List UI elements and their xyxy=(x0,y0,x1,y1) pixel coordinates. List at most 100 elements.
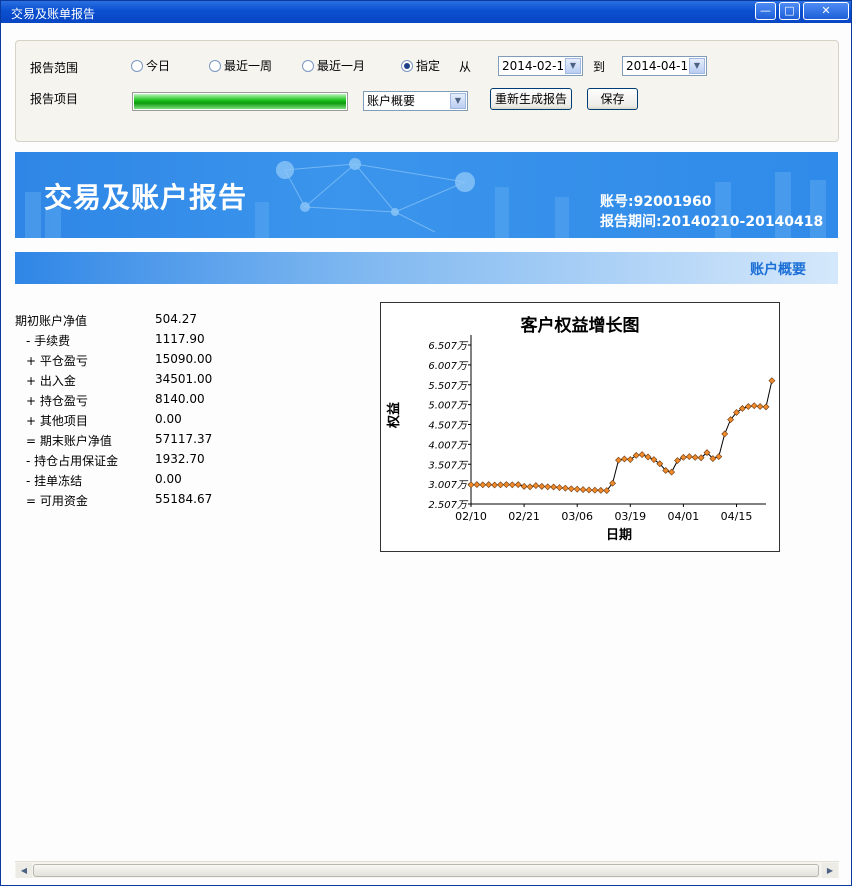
data-point xyxy=(626,456,634,463)
from-date-picker[interactable]: 2014-02-10 ▼ xyxy=(498,56,583,76)
y-tick-label: 3.507万 xyxy=(428,460,469,471)
summary-label: + 持仓盈亏 xyxy=(26,394,88,408)
summary-label: + 出入金 xyxy=(26,374,76,388)
summary-value: 55184.67 xyxy=(155,492,213,506)
data-point xyxy=(585,486,593,494)
data-point xyxy=(768,377,776,385)
x-tick-label: 04/15 xyxy=(721,510,753,523)
y-tick-label: 5.007万 xyxy=(428,401,469,412)
data-point xyxy=(514,481,522,489)
radio-today[interactable]: 今日 xyxy=(131,57,170,74)
summary-value: 0.00 xyxy=(155,472,182,486)
summary-label: = 可用资金 xyxy=(26,494,88,508)
range-label: 报告范围 xyxy=(30,61,79,75)
data-point xyxy=(485,481,493,489)
data-point xyxy=(750,402,758,410)
maximize-button[interactable]: □ xyxy=(779,2,800,20)
scroll-left-icon[interactable]: ◀ xyxy=(16,863,32,878)
progress-bar xyxy=(132,92,348,111)
y-tick-label: 6.007万 xyxy=(428,361,469,372)
data-point xyxy=(526,483,534,491)
report-window: 交易及账单报告 — □ ✕ 报告范围 报告项目 今日 最近一周 最近一月 指定 … xyxy=(0,0,852,886)
x-tick-label: 03/19 xyxy=(614,510,646,523)
data-point xyxy=(679,453,687,461)
data-point xyxy=(762,403,770,411)
radio-dot-month xyxy=(302,60,314,72)
chevron-down-icon[interactable]: ▼ xyxy=(689,58,705,74)
data-point xyxy=(756,403,764,410)
summary-label: + 其他项目 xyxy=(26,414,88,428)
save-button[interactable]: 保存 xyxy=(587,88,638,110)
y-tick-label: 6.507万 xyxy=(428,341,469,352)
chevron-down-icon[interactable]: ▼ xyxy=(565,58,581,74)
summary-value: 1117.90 xyxy=(155,332,205,346)
radio-last-month[interactable]: 最近一月 xyxy=(302,57,365,74)
data-point xyxy=(744,403,752,410)
window-title: 交易及账单报告 xyxy=(11,7,96,21)
data-point xyxy=(738,405,746,412)
radio-custom[interactable]: 指定 xyxy=(401,57,440,74)
data-point xyxy=(467,481,475,489)
x-axis-label: 日期 xyxy=(606,528,632,543)
summary-label: = 期末账户净值 xyxy=(26,434,112,448)
data-point xyxy=(715,453,723,461)
data-point xyxy=(556,484,563,492)
data-point xyxy=(685,453,693,461)
radio-week-label: 最近一周 xyxy=(224,59,273,73)
data-point xyxy=(561,484,569,492)
y-axis-label: 权益 xyxy=(386,402,402,429)
x-tick-label: 03/06 xyxy=(561,510,593,523)
to-date-picker[interactable]: 2014-04-18 ▼ xyxy=(622,56,707,76)
radio-month-label: 最近一月 xyxy=(317,59,366,73)
section-header: 账户概要 xyxy=(15,252,838,284)
report-banner: 交易及账户报告 账号:92001960 报告期间:20140210-201404… xyxy=(15,152,838,238)
data-point xyxy=(615,456,622,464)
scroll-right-icon[interactable]: ▶ xyxy=(822,863,838,878)
data-point xyxy=(620,455,628,463)
data-point xyxy=(550,483,558,491)
chevron-down-icon[interactable]: ▼ xyxy=(450,93,466,109)
x-tick-label: 02/10 xyxy=(455,510,487,523)
radio-custom-label: 指定 xyxy=(416,59,441,73)
data-point xyxy=(691,453,699,461)
radio-dot-today xyxy=(131,60,143,72)
summary-label: - 持仓占用保证金 xyxy=(26,454,119,468)
progress-fill xyxy=(134,94,346,109)
data-point xyxy=(538,482,546,490)
scroll-thumb[interactable] xyxy=(33,864,819,877)
summary-value: 15090.00 xyxy=(155,352,213,366)
summary-label: - 手续费 xyxy=(26,334,71,348)
radio-dot-custom xyxy=(401,60,413,72)
banner-title: 交易及账户报告 xyxy=(44,181,248,214)
title-bar[interactable]: 交易及账单报告 — □ ✕ xyxy=(1,1,851,23)
data-point xyxy=(579,486,587,493)
data-point xyxy=(573,485,581,493)
data-point xyxy=(473,481,481,489)
account-number: 账号:92001960 xyxy=(600,194,712,210)
item-label: 报告项目 xyxy=(30,92,79,106)
x-tick-label: 04/01 xyxy=(668,510,700,523)
report-period: 报告期间:20140210-20140418 xyxy=(600,214,824,230)
report-type-select[interactable]: 账户概要 ▼ xyxy=(363,91,468,111)
minimize-button[interactable]: — xyxy=(755,2,776,20)
close-button[interactable]: ✕ xyxy=(803,2,849,20)
radio-last-week[interactable]: 最近一周 xyxy=(209,57,272,74)
data-point xyxy=(491,481,499,489)
to-label: 到 xyxy=(593,60,606,74)
data-point xyxy=(674,457,681,464)
data-point xyxy=(638,451,646,459)
summary-value: 8140.00 xyxy=(155,392,205,406)
summary-value: 504.27 xyxy=(155,312,197,326)
data-point xyxy=(644,453,652,461)
y-tick-label: 3.007万 xyxy=(428,480,469,491)
data-point xyxy=(508,481,516,489)
horizontal-scrollbar[interactable]: ◀ ▶ xyxy=(15,861,839,878)
to-date-value: 2014-04-18 xyxy=(626,59,696,73)
summary-value: 34501.00 xyxy=(155,372,213,386)
data-point xyxy=(721,430,729,438)
from-date-value: 2014-02-10 xyxy=(502,59,572,73)
from-label: 从 xyxy=(459,60,472,74)
summary-value: 0.00 xyxy=(155,412,182,426)
regenerate-report-button[interactable]: 重新生成报告 xyxy=(490,88,572,110)
equity-chart: 客户权益增长图 权益 日期 2.507万 3.007万 3.507万 4.007万 4.507… xyxy=(380,302,780,552)
